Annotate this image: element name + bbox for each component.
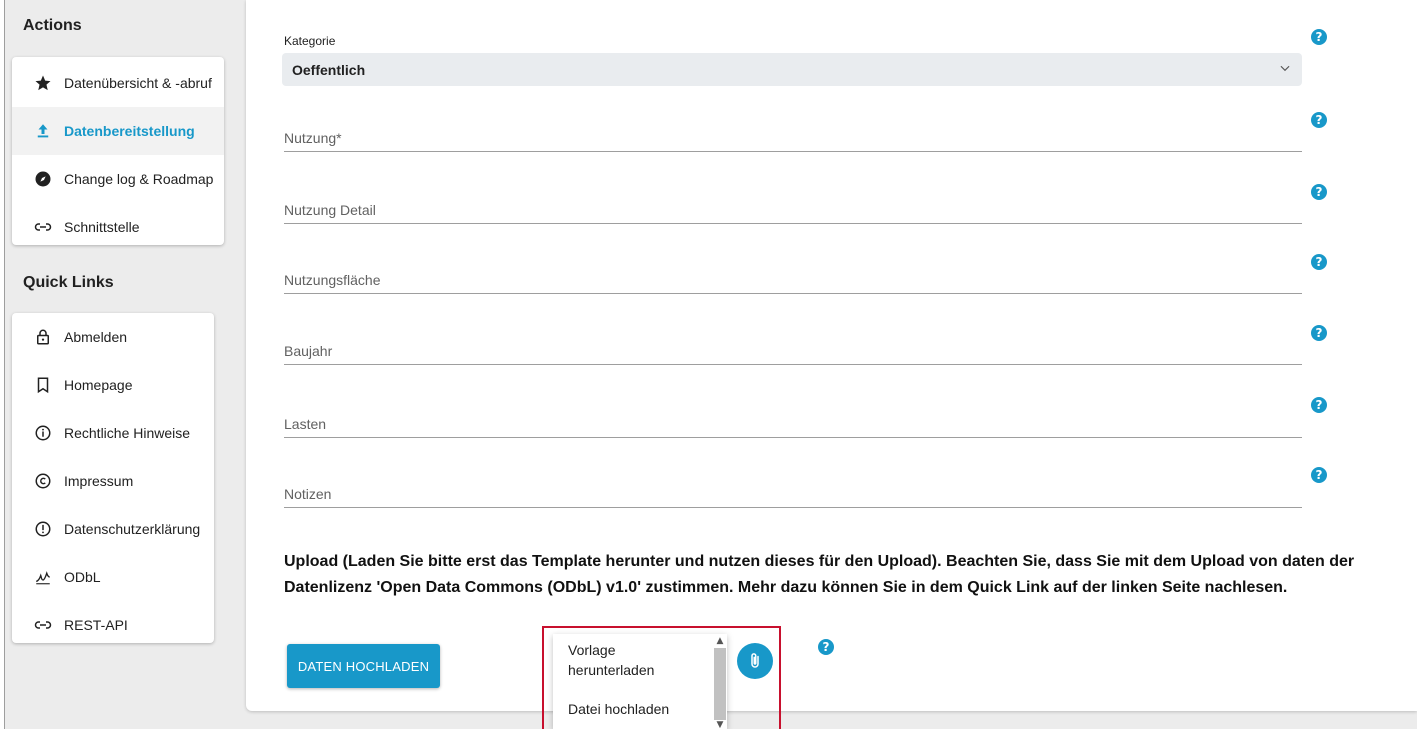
signature-icon bbox=[32, 566, 54, 588]
help-icon[interactable]: ? bbox=[1311, 112, 1327, 128]
left-frame-border bbox=[0, 0, 5, 729]
sidebar-item-datenuebersicht[interactable]: Datenübersicht & -abruf bbox=[12, 59, 224, 107]
quicklink-datenschutz[interactable]: Datenschutzerklärung bbox=[12, 505, 214, 553]
menu-item-label: Datei hochladen bbox=[568, 701, 670, 717]
help-icon[interactable]: ? bbox=[1311, 254, 1327, 270]
nutzung-input[interactable]: Nutzung* bbox=[284, 126, 1302, 152]
bookmark-icon bbox=[32, 374, 54, 396]
menu-item-vorlage-herunterladen[interactable]: Vorlage herunterladen bbox=[568, 640, 678, 680]
lasten-input[interactable]: Lasten bbox=[284, 412, 1302, 438]
attach-button[interactable] bbox=[737, 643, 773, 679]
copyright-icon bbox=[32, 470, 54, 492]
sidebar-item-label: Datenbereitstellung bbox=[64, 123, 195, 139]
quicklink-abmelden[interactable]: Abmelden bbox=[12, 313, 214, 361]
nutzungsflaeche-input[interactable]: Nutzungsfläche bbox=[284, 268, 1302, 294]
quicklink-label: Impressum bbox=[64, 473, 134, 489]
notizen-input[interactable]: Notizen bbox=[284, 482, 1302, 508]
upload-dropdown-menu: Vorlage herunterladen Datei hochladen bbox=[553, 634, 727, 729]
sidebar-item-label: Change log & Roadmap bbox=[64, 171, 214, 187]
help-icon[interactable]: ? bbox=[1311, 397, 1327, 413]
help-icon[interactable]: ? bbox=[1311, 29, 1327, 45]
link-icon bbox=[32, 614, 54, 636]
nutzung-placeholder: Nutzung* bbox=[284, 130, 342, 146]
upload-icon bbox=[32, 120, 54, 142]
quicklink-rechtliche-hinweise[interactable]: Rechtliche Hinweise bbox=[12, 409, 214, 457]
quicklink-odbl[interactable]: ODbL bbox=[12, 553, 214, 601]
dropdown-scrollbar[interactable] bbox=[714, 648, 726, 720]
quicklink-label: Abmelden bbox=[64, 329, 128, 345]
alert-icon bbox=[32, 518, 54, 540]
baujahr-input[interactable]: Baujahr bbox=[284, 339, 1302, 365]
help-icon[interactable]: ? bbox=[1311, 184, 1327, 200]
quicklinks-title: Quick Links bbox=[23, 274, 114, 291]
lasten-placeholder: Lasten bbox=[284, 416, 327, 432]
sidebar-item-schnittstelle[interactable]: Schnittstelle bbox=[12, 203, 224, 251]
quicklinks-card: Abmelden Homepage Rechtliche Hinweise Im… bbox=[12, 313, 214, 643]
upload-instructions: Upload (Laden Sie bitte erst das Templat… bbox=[284, 553, 1355, 596]
quicklink-label: Datenschutzerklärung bbox=[64, 521, 201, 537]
nutzungsflaeche-placeholder: Nutzungsfläche bbox=[284, 272, 381, 288]
sidebar-item-datenbereitstellung[interactable]: Datenbereitstellung bbox=[12, 107, 224, 155]
help-icon[interactable]: ? bbox=[818, 639, 834, 655]
scroll-down-arrow[interactable]: ▼ bbox=[714, 719, 726, 729]
link-icon bbox=[32, 216, 54, 238]
nutzung-detail-placeholder: Nutzung Detail bbox=[284, 202, 376, 218]
scroll-up-arrow[interactable]: ▲ bbox=[714, 635, 726, 647]
actions-card: Datenübersicht & -abruf Datenbereitstell… bbox=[12, 57, 224, 245]
paperclip-icon bbox=[751, 653, 759, 668]
chevron-down-icon bbox=[1280, 65, 1290, 72]
notizen-placeholder: Notizen bbox=[284, 486, 332, 502]
lock-icon bbox=[32, 326, 54, 348]
kategorie-label: Kategorie bbox=[284, 34, 336, 48]
baujahr-placeholder: Baujahr bbox=[284, 343, 333, 359]
quicklink-label: ODbL bbox=[64, 569, 101, 585]
actions-title: Actions bbox=[23, 17, 82, 34]
sidebar-item-changelog[interactable]: Change log & Roadmap bbox=[12, 155, 224, 203]
menu-item-label: Vorlage herunterladen bbox=[568, 642, 655, 678]
quicklink-label: Homepage bbox=[64, 377, 133, 393]
quicklink-homepage[interactable]: Homepage bbox=[12, 361, 214, 409]
compass-icon bbox=[32, 168, 54, 190]
kategorie-select[interactable]: Oeffentlich bbox=[282, 53, 1302, 86]
help-icon[interactable]: ? bbox=[1311, 325, 1327, 341]
daten-hochladen-button[interactable]: DATEN HOCHLADEN bbox=[287, 644, 440, 688]
kategorie-value: Oeffentlich bbox=[292, 61, 366, 78]
sidebar-item-label: Schnittstelle bbox=[64, 219, 140, 235]
star-icon bbox=[32, 72, 54, 94]
quicklink-impressum[interactable]: Impressum bbox=[12, 457, 214, 505]
menu-item-datei-hochladen[interactable]: Datei hochladen bbox=[568, 699, 669, 719]
nutzung-detail-input[interactable]: Nutzung Detail bbox=[284, 198, 1302, 224]
info-icon bbox=[32, 422, 54, 444]
quicklink-label: Rechtliche Hinweise bbox=[64, 425, 191, 441]
quicklink-rest-api[interactable]: REST-API bbox=[12, 601, 214, 649]
quicklink-label: REST-API bbox=[64, 617, 128, 633]
help-icon[interactable]: ? bbox=[1311, 467, 1327, 483]
sidebar-item-label: Datenübersicht & -abruf bbox=[64, 75, 212, 91]
